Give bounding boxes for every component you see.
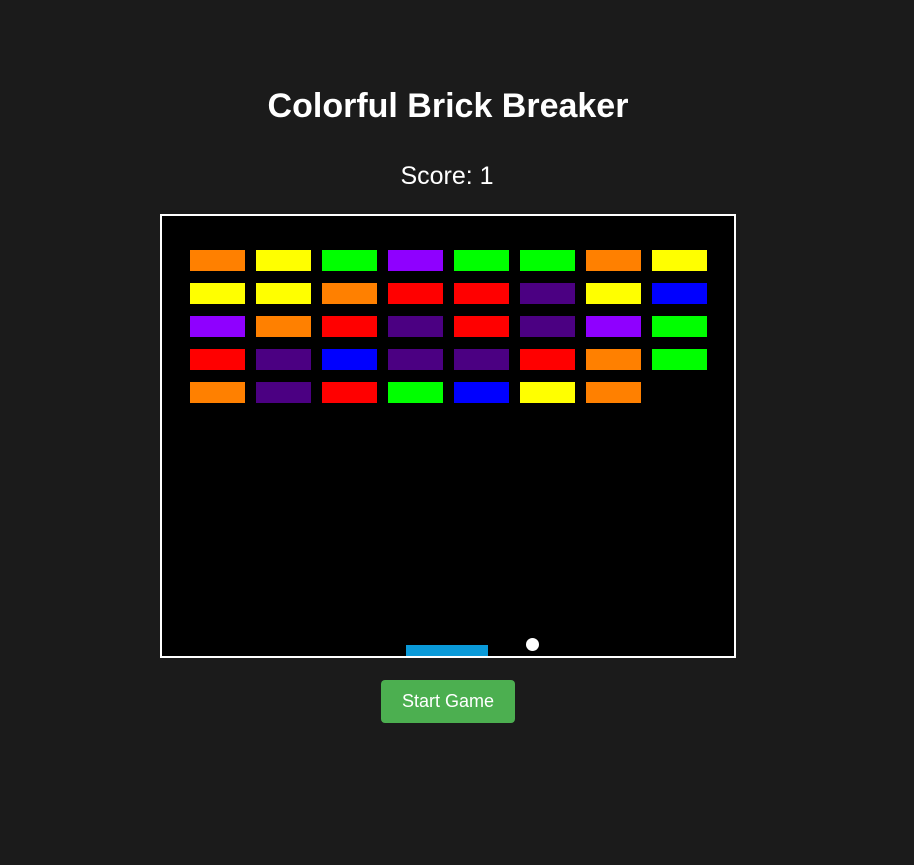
brick-yellow xyxy=(652,250,707,271)
brick-red xyxy=(322,316,377,337)
brick-red xyxy=(388,283,443,304)
brick-red xyxy=(520,349,575,370)
brick-orange xyxy=(586,250,641,271)
paddle[interactable] xyxy=(406,645,488,656)
brick-green xyxy=(322,250,377,271)
brick-orange xyxy=(256,316,311,337)
brick-green xyxy=(652,349,707,370)
brick-indigo xyxy=(388,316,443,337)
brick-violet xyxy=(388,250,443,271)
brick-blue xyxy=(652,283,707,304)
brick-orange xyxy=(190,382,245,403)
game-board[interactable] xyxy=(160,214,736,658)
brick-indigo xyxy=(454,349,509,370)
brick-indigo xyxy=(256,382,311,403)
brick-red xyxy=(190,349,245,370)
score-display: Score: 1 xyxy=(400,162,494,190)
brick-violet xyxy=(190,316,245,337)
brick-red xyxy=(454,316,509,337)
brick-orange xyxy=(586,349,641,370)
brick-yellow xyxy=(586,283,641,304)
brick-violet xyxy=(586,316,641,337)
brick-green xyxy=(520,250,575,271)
brick-orange xyxy=(190,250,245,271)
brick-indigo xyxy=(256,349,311,370)
brick-red xyxy=(454,283,509,304)
start-game-button[interactable]: Start Game xyxy=(381,680,515,723)
brick-blue xyxy=(454,382,509,403)
brick-red xyxy=(322,382,377,403)
brick-yellow xyxy=(256,283,311,304)
brick-indigo xyxy=(388,349,443,370)
brick-blue xyxy=(322,349,377,370)
brick-orange xyxy=(586,382,641,403)
brick-green xyxy=(652,316,707,337)
brick-yellow xyxy=(256,250,311,271)
brick-indigo xyxy=(520,316,575,337)
brick-green xyxy=(388,382,443,403)
brick-green xyxy=(454,250,509,271)
game-title: Colorful Brick Breaker xyxy=(267,87,629,125)
brick-yellow xyxy=(520,382,575,403)
brick-orange xyxy=(322,283,377,304)
ball xyxy=(526,638,539,651)
brick-yellow xyxy=(190,283,245,304)
brick-indigo xyxy=(520,283,575,304)
game-page: Colorful Brick Breaker Score: 1 Start Ga… xyxy=(0,0,914,865)
